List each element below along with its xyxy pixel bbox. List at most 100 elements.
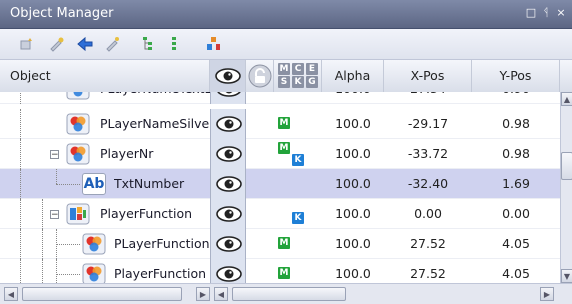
ypos-value: 0.98 [502,146,530,161]
tree-guide-line [56,259,57,283]
ypos-value: 4.05 [502,266,530,281]
scroll-right-button[interactable]: ▶ [196,287,210,301]
function-icon [66,203,90,225]
tree-collapse-icon[interactable] [168,35,186,53]
tree-guide-line [42,229,43,259]
eye-icon [216,146,242,162]
lock-toggle[interactable] [246,169,274,199]
text-icon: Ab [82,173,106,195]
s-header-badge: S [278,76,290,88]
eye-icon [216,206,242,222]
visibility-toggle[interactable] [210,109,246,139]
lock-toggle[interactable] [246,139,274,169]
move-icon[interactable] [48,35,66,53]
lock-toggle[interactable] [246,109,274,139]
scroll-left-button-2[interactable]: ◀ [214,287,228,301]
eye-icon [216,176,242,192]
lock-toggle[interactable] [246,229,274,259]
horizontal-scrollbar[interactable]: ◀ ▶ ◀ ▶ [0,283,572,304]
m-badge[interactable]: M [278,142,290,154]
column-xpos[interactable]: X-Pos [384,60,472,92]
visibility-toggle[interactable] [210,169,246,199]
scroll-left-button[interactable]: ◀ [4,287,18,301]
alpha-value: 100.0 [335,176,371,191]
ypos-value: 4.05 [502,236,530,251]
column-object[interactable]: Object [0,60,210,92]
hierarchy-icon[interactable] [205,35,223,53]
column-mce-skg[interactable]: M C E S K G [274,60,322,92]
tree-guide-line [20,229,21,259]
tree-guide-branch [56,184,80,185]
eye-icon [216,236,242,252]
back-arrow-icon[interactable] [76,35,94,53]
forward-arrow-icon[interactable] [104,35,122,53]
object-name[interactable]: PlayerFunction [100,206,210,221]
xpos-value: -33.72 [407,146,449,161]
table-row[interactable]: PLayerNameTextL 100.027.340.90 [0,92,560,104]
alpha-value: 100.0 [322,92,384,96]
lock-toggle[interactable] [246,259,274,283]
xpos-value: 0.00 [414,206,442,221]
tree-expand-icon[interactable] [140,35,158,53]
vertical-scrollbar[interactable]: ▲ ▼ [560,92,572,283]
eye-icon [216,266,242,282]
restore-button[interactable]: □ [525,7,537,19]
scroll-up-button[interactable]: ▲ [561,92,572,106]
table-row[interactable]: PLayerNameSilver M 100.0 -29.17 0.98 [0,109,560,139]
visibility-toggle[interactable] [210,229,246,259]
lock-toggle[interactable] [246,92,274,104]
c-header-badge: C [292,63,304,75]
table-row[interactable]: Ab TxtNumber 100.0 -32.40 1.69 [0,169,560,199]
object-name[interactable]: PLayerNameTextL [100,92,210,96]
xpos-value: -29.17 [407,116,449,131]
object-name[interactable]: PLayerFunction [114,236,210,251]
eye-icon [217,92,241,97]
scroll-right-button-2[interactable]: ▶ [540,287,554,301]
new-object-icon[interactable] [18,35,36,53]
window-titlebar: Object Manager □ ᛩ × [0,0,572,29]
m-badge[interactable]: M [278,237,290,249]
visibility-toggle[interactable] [210,92,246,104]
eye-header-icon [215,68,241,84]
visibility-toggle[interactable] [210,139,246,169]
m-badge[interactable]: M [278,267,290,279]
horizontal-scroll-thumb[interactable] [22,287,182,301]
tree-guide-line [56,169,57,184]
object-name[interactable]: PlayerNr [100,146,210,161]
visibility-toggle[interactable] [210,259,246,283]
k-header-badge: K [292,76,304,88]
xpos-value: 27.52 [410,266,446,281]
column-alpha[interactable]: Alpha [322,60,384,92]
tree-expander-toggle[interactable]: − [50,210,59,220]
object-name[interactable]: TxtNumber [114,176,210,191]
column-visibility[interactable] [210,60,246,92]
tree-expander-toggle[interactable]: − [50,150,59,160]
object-name[interactable]: PlayerFunction [114,266,210,281]
visibility-toggle[interactable] [210,199,246,229]
g-header-badge: G [306,76,318,88]
column-lock[interactable] [246,60,274,92]
horizontal-scroll-thumb-2[interactable] [232,287,346,301]
k-badge[interactable]: K [292,154,304,166]
table-row[interactable]: − PlayerFunction K 100.0 0.00 0.00 [0,199,560,229]
vertical-scroll-thumb[interactable] [561,152,572,180]
column-header: Object M C E S K G Alpha X-Pos Y-Pos [0,60,572,93]
xpos-value: -32.40 [407,176,449,191]
m-header-badge: M [278,63,290,75]
close-button[interactable]: × [555,7,567,19]
k-badge[interactable]: K [292,212,304,224]
object-name[interactable]: PLayerNameSilver [100,116,210,131]
alpha-value: 100.0 [335,206,371,221]
sphere-icon [66,113,90,135]
column-ypos[interactable]: Y-Pos [472,60,560,92]
pin-button[interactable]: ᛩ [540,7,552,19]
table-row[interactable]: PLayerFunction M 100.0 27.52 4.05 [0,229,560,259]
table-row[interactable]: − PlayerNr M K 100.0 -33.72 0.98 [0,139,560,169]
ypos-value: 1.69 [502,176,530,191]
alpha-value: 100.0 [335,236,371,251]
scroll-down-button[interactable]: ▼ [561,269,572,283]
table-row[interactable]: PlayerFunction M 100.0 27.52 4.05 [0,259,560,283]
lock-toggle[interactable] [246,199,274,229]
m-badge[interactable]: M [278,117,290,129]
sphere-icon [82,263,106,283]
